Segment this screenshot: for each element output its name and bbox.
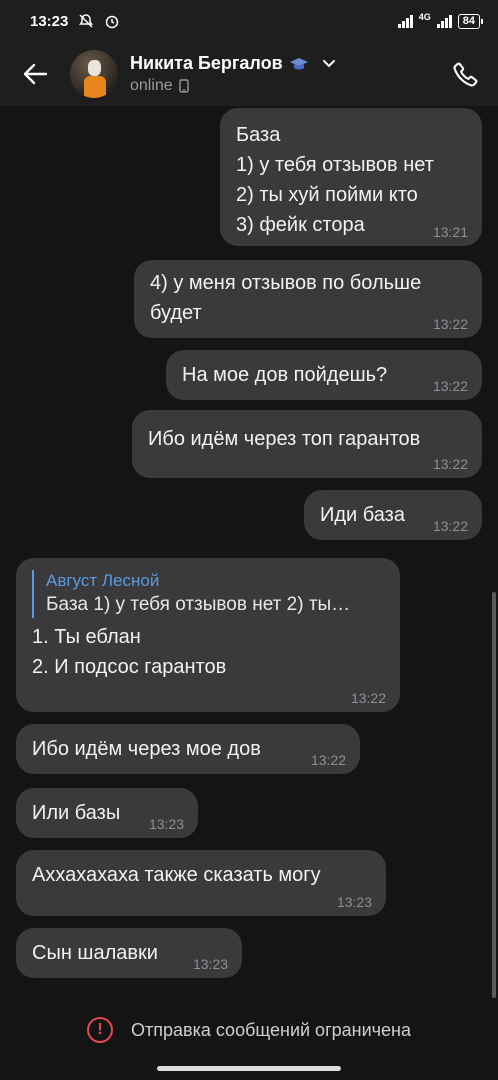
chat-header: Никита Бергалов online <box>0 42 498 106</box>
contact-info[interactable]: Никита Бергалов online <box>130 53 337 95</box>
status-bar: 13:23 4G 84 <box>0 0 498 42</box>
arrow-left-icon <box>23 63 48 85</box>
contact-status: online <box>130 77 173 94</box>
message-bubble-outgoing[interactable]: База 1) у тебя отзывов нет 2) ты хуй пой… <box>220 108 482 246</box>
message-bubble-outgoing[interactable]: На мое дов пойдешь? 13:22 <box>166 350 482 400</box>
mute-icon <box>79 14 94 28</box>
message-bubble-incoming[interactable]: Сын шалавки 13:23 <box>16 928 242 978</box>
message-text: Аххахахаха также сказать могу <box>32 864 321 886</box>
phone-icon <box>453 62 478 87</box>
scrollbar[interactable] <box>492 592 496 998</box>
call-button[interactable] <box>434 42 498 106</box>
message-bubble-incoming[interactable]: Аххахахаха также сказать могу 13:23 <box>16 850 386 916</box>
message-time: 13:22 <box>432 316 468 332</box>
network-type: 4G <box>418 11 431 22</box>
message-bubble-incoming[interactable]: Или базы 13:23 <box>16 788 198 838</box>
back-button[interactable] <box>0 42 70 106</box>
graduation-cap-icon <box>289 57 308 69</box>
message-bubble-incoming[interactable]: Август Лесной База 1) у тебя отзывов нет… <box>16 558 400 712</box>
message-text: На мое дов пойдешь? <box>182 364 388 386</box>
warning-icon: ! <box>87 1017 113 1043</box>
status-time: 13:23 <box>30 12 69 30</box>
battery-icon: 84 <box>457 13 484 29</box>
message-text: Ибо идём через топ гарантов <box>148 428 421 450</box>
contact-name: Никита Бергалов <box>130 53 283 73</box>
message-list[interactable]: База 1) у тебя отзывов нет 2) ты хуй пой… <box>0 106 498 986</box>
reply-text: База 1) у тебя отзывов нет 2) ты… <box>46 594 351 615</box>
message-time: 13:22 <box>310 752 346 768</box>
message-time: 13:23 <box>192 956 228 972</box>
signal-icon-2 <box>436 14 452 28</box>
gesture-nav-bar[interactable] <box>157 1066 341 1071</box>
message-bubble-outgoing[interactable]: Ибо идём через топ гарантов 13:22 <box>132 410 482 478</box>
reply-quote[interactable]: Август Лесной База 1) у тебя отзывов нет… <box>32 570 384 618</box>
message-text: Ибо идём через мое дов <box>32 738 261 760</box>
avatar[interactable] <box>70 50 118 98</box>
message-bubble-incoming[interactable]: Ибо идём через мое дов 13:22 <box>16 724 360 774</box>
message-time: 13:22 <box>432 456 468 472</box>
message-time: 13:23 <box>148 816 184 832</box>
message-time: 13:22 <box>432 378 468 394</box>
signal-icon <box>397 14 413 28</box>
chevron-down-icon[interactable] <box>321 58 337 70</box>
message-text: База 1) у тебя отзывов нет 2) ты хуй пой… <box>236 124 434 236</box>
message-bubble-outgoing[interactable]: 4) у меня отзывов по больше будет 13:22 <box>134 260 482 338</box>
message-bubble-outgoing[interactable]: Иди база 13:22 <box>304 490 482 540</box>
restricted-notice: Отправка сообщений ограничена <box>131 1019 411 1040</box>
alarm-icon <box>106 15 119 29</box>
message-time: 13:23 <box>336 894 372 910</box>
message-time: 13:21 <box>432 224 468 240</box>
message-time: 13:22 <box>432 518 468 534</box>
message-text: 1. Ты еблан 2. И подсос гарантов <box>32 626 227 678</box>
phone-device-icon <box>179 79 189 93</box>
message-time: 13:22 <box>350 690 386 706</box>
message-text: 4) у меня отзывов по больше будет <box>150 272 422 324</box>
reply-author: Август Лесной <box>46 571 160 590</box>
message-restricted-banner: ! Отправка сообщений ограничена <box>0 998 498 1062</box>
